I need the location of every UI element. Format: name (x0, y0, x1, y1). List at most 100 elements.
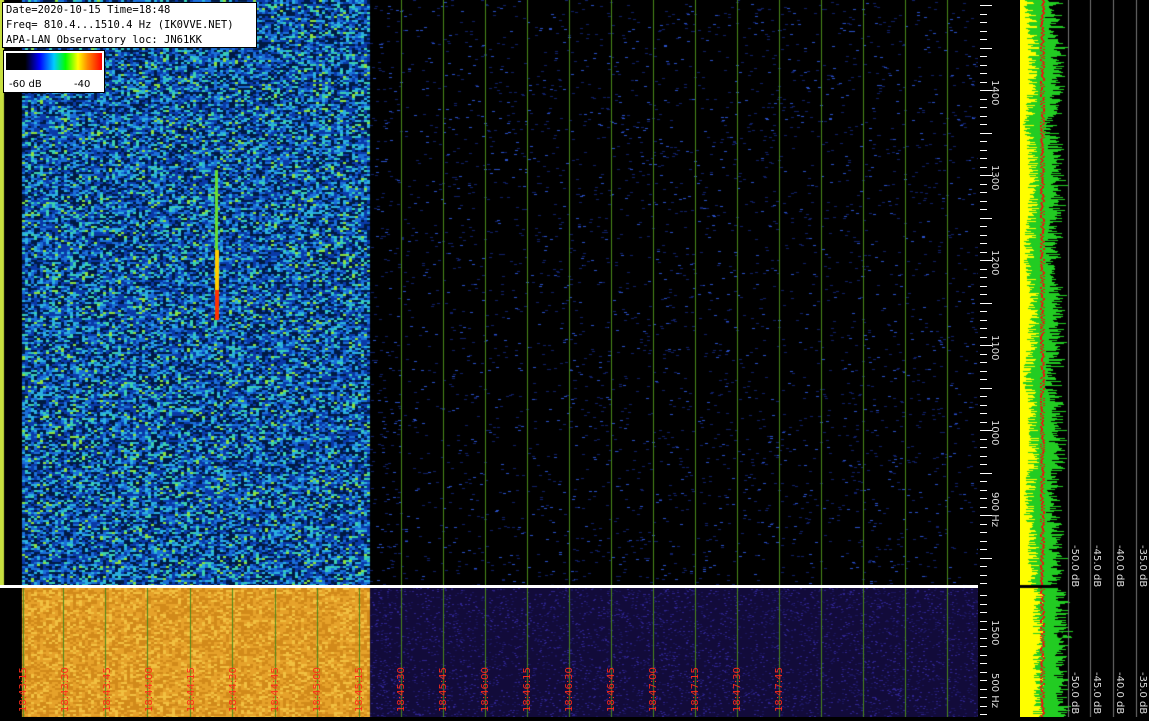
freq-tick (980, 132, 992, 134)
freq-tick (980, 302, 992, 304)
freq-tick (980, 421, 987, 423)
info-date-time: Date=2020-10-15 Time=18:48 (6, 4, 171, 16)
freq-tick (980, 226, 987, 227)
info-frequency: Freq= 810.4...1510.4 Hz (IK0VVE.NET) (6, 19, 234, 31)
freq-tick (980, 5, 992, 6)
freq-tick (980, 688, 987, 690)
freq-label-bottom: 500 Hz (989, 673, 1000, 709)
freq-tick (980, 56, 987, 57)
freq-tick (980, 396, 987, 397)
db-label: -45.0 dB (1091, 545, 1102, 588)
freq-tick (980, 697, 987, 698)
time-label: 18:45:00 (312, 667, 323, 712)
freq-tick (980, 612, 987, 613)
freq-tick (980, 663, 987, 664)
freq-tick (980, 319, 987, 321)
freq-tick (980, 200, 987, 202)
freq-tick (980, 447, 987, 448)
freq-tick (980, 277, 987, 278)
freq-tick (980, 705, 987, 707)
freq-tick (980, 583, 987, 584)
freq-tick (980, 158, 987, 159)
freq-tick (980, 637, 987, 639)
freq-tick (980, 234, 987, 236)
legend-min-label: -60 dB (9, 79, 42, 90)
time-label: 18:43:15 (18, 667, 29, 712)
freq-tick (980, 107, 987, 108)
freq-label: 900 Hz (989, 492, 1000, 528)
freq-tick (980, 523, 987, 525)
time-label: 18:46:15 (522, 667, 533, 712)
freq-tick (980, 464, 987, 465)
freq-tick (980, 472, 992, 474)
db-label: -50.0 dB (1069, 672, 1080, 715)
freq-label: 1400 (989, 80, 1000, 106)
freq-tick (980, 251, 987, 253)
freq-tick (980, 98, 987, 100)
time-label: 18:44:30 (228, 667, 239, 712)
freq-label-bottom: 1500 (989, 620, 1000, 646)
freq-tick (980, 404, 987, 406)
freq-tick (980, 311, 987, 312)
db-label: -35.0 dB (1137, 672, 1148, 715)
color-scale-bar (6, 53, 102, 70)
freq-tick (980, 183, 987, 185)
freq-tick (980, 73, 987, 74)
freq-label: 1000 (989, 420, 1000, 446)
freq-tick (980, 115, 987, 117)
freq-tick (980, 379, 987, 380)
time-label: 18:47:30 (732, 667, 743, 712)
time-label: 18:43:30 (60, 667, 71, 712)
freq-tick (980, 336, 987, 338)
freq-tick (980, 498, 987, 499)
freq-label: 1100 (989, 335, 1000, 361)
freq-tick (980, 217, 992, 219)
freq-tick (980, 532, 987, 533)
freq-tick (980, 192, 987, 193)
db-label: -40.0 dB (1114, 545, 1125, 588)
freq-tick (980, 714, 987, 715)
spectrum-canvas (1020, 0, 1149, 717)
freq-tick (980, 566, 987, 567)
freq-tick (980, 680, 987, 681)
freq-tick (980, 47, 992, 49)
freq-tick (980, 387, 992, 389)
freq-tick (980, 481, 987, 482)
time-label: 18:44:15 (186, 667, 197, 712)
freq-tick (980, 413, 987, 414)
waterfall-canvas (0, 0, 978, 586)
freq-tick (980, 81, 987, 83)
freq-label: 1200 (989, 250, 1000, 276)
freq-tick (980, 438, 987, 440)
freq-tick (980, 370, 987, 372)
freq-tick (980, 595, 987, 596)
freq-tick (980, 557, 992, 559)
color-legend: -60 dB -40 (3, 50, 105, 93)
freq-tick (980, 549, 987, 550)
freq-tick (980, 149, 987, 151)
freq-tick (980, 22, 987, 23)
freq-tick (980, 362, 987, 363)
freq-tick (980, 671, 987, 673)
freq-tick (980, 603, 987, 605)
time-label: 18:43:45 (102, 667, 113, 712)
freq-label: 1300 (989, 165, 1000, 191)
freq-tick (980, 39, 987, 40)
freq-tick (980, 353, 987, 355)
freq-tick (980, 124, 987, 125)
time-label: 18:45:15 (354, 667, 365, 712)
info-box: Date=2020-10-15 Time=18:48 Freq= 810.4..… (2, 2, 257, 48)
freq-tick (980, 629, 987, 630)
db-label: -45.0 dB (1091, 672, 1102, 715)
freq-tick (980, 64, 987, 66)
waterfall-display[interactable]: Date=2020-10-15 Time=18:48 Freq= 810.4..… (0, 0, 978, 586)
time-label: 18:47:15 (690, 667, 701, 712)
freq-tick (980, 620, 987, 622)
spectrum-panel: -50.0 dB -50.0 dB -45.0 dB -45.0 dB -40.0 dB… (1020, 0, 1149, 717)
freq-tick (980, 574, 987, 576)
legend-max-label: -40 (74, 79, 91, 90)
freq-tick (980, 646, 987, 647)
time-label: 18:44:45 (270, 667, 281, 712)
time-label: 18:46:30 (564, 667, 575, 712)
db-label: -50.0 dB (1069, 545, 1080, 588)
